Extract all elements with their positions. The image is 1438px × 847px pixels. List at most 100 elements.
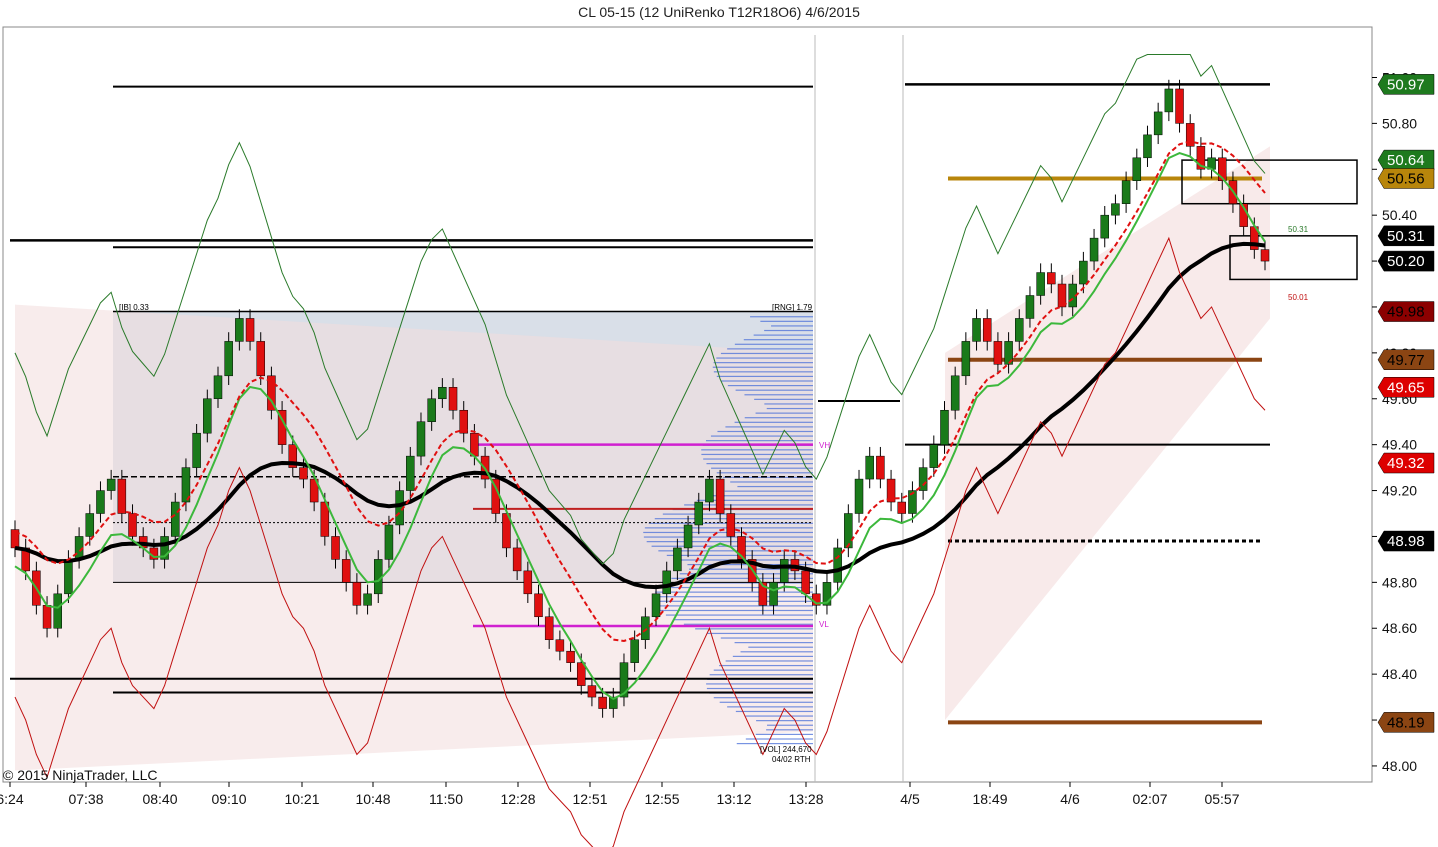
profile-bar xyxy=(654,591,813,593)
candle-up xyxy=(662,570,671,595)
candle-up xyxy=(1132,157,1142,182)
x-tick-label: 02:07 xyxy=(1132,791,1167,807)
line-value-label: 50.01 xyxy=(1288,293,1309,302)
candle-down xyxy=(1260,249,1270,262)
candle-up xyxy=(961,341,971,377)
price-tag-label: 50.56 xyxy=(1387,170,1425,187)
candle-up xyxy=(865,455,874,480)
y-tick-label: 49.40 xyxy=(1382,437,1417,453)
profile-bar xyxy=(754,398,813,400)
candle-down xyxy=(470,432,479,457)
candle-up xyxy=(192,432,201,468)
candle-up xyxy=(833,547,842,583)
profile-bar xyxy=(730,481,813,483)
candle-down xyxy=(448,387,458,411)
candle-down xyxy=(256,341,265,377)
candle-down xyxy=(566,650,575,663)
profile-bar xyxy=(755,733,813,736)
profile-bar xyxy=(734,343,813,345)
profile-bar xyxy=(703,458,813,460)
profile-bar xyxy=(724,490,813,492)
candle-up xyxy=(224,341,233,377)
profile-bar xyxy=(696,499,813,501)
y-tick-label: 48.80 xyxy=(1382,574,1417,590)
profile-bar xyxy=(764,329,813,332)
profile-bar xyxy=(755,412,813,414)
candle-up xyxy=(705,478,714,503)
x-tick-label: 18:49 xyxy=(972,791,1007,807)
profile-bar xyxy=(716,357,813,359)
profile-bar xyxy=(740,651,813,653)
profile-bar xyxy=(653,600,813,602)
candle-down xyxy=(512,547,522,572)
profile-bar xyxy=(701,449,813,451)
x-tick-label: 6:24 xyxy=(0,791,24,807)
candle-up xyxy=(940,409,949,445)
candle-up xyxy=(1036,272,1045,296)
candle-up xyxy=(1025,295,1035,319)
candle-down xyxy=(341,559,351,583)
profile-bar xyxy=(683,623,813,625)
candle-down xyxy=(128,513,137,537)
price-chart[interactable]: 51.0050.8050.6050.4050.2050.0049.8049.60… xyxy=(0,0,1438,847)
x-tick-label: 05:57 xyxy=(1204,791,1239,807)
profile-bar xyxy=(766,729,813,731)
candle-up xyxy=(406,455,415,491)
price-tag-label: 49.32 xyxy=(1387,455,1425,472)
candle-down xyxy=(534,593,543,618)
candle-down xyxy=(299,467,308,480)
candle-up xyxy=(1079,260,1088,285)
profile-bar xyxy=(717,430,813,433)
profile-bar xyxy=(662,513,813,515)
x-tick-label: 4/6 xyxy=(1060,791,1080,807)
x-axis: 6:24 07:38 08:40 09:10 10:21 10:48 11:50 12:28 1… xyxy=(0,782,1240,807)
candle-up xyxy=(1164,88,1174,113)
price-tag-label: 50.20 xyxy=(1387,253,1425,270)
candle-up xyxy=(972,318,981,342)
price-tag-label: 49.98 xyxy=(1387,304,1425,321)
price-tag-label: 50.31 xyxy=(1387,228,1425,245)
profile-bar xyxy=(706,683,813,685)
profile-bar xyxy=(695,628,813,630)
candle-up xyxy=(854,478,864,514)
profile-bar xyxy=(767,724,813,726)
candle-up xyxy=(1153,111,1163,136)
copyright-label: © 2015 NinjaTrader, LLC xyxy=(3,767,158,783)
x-tick-label: 12:28 xyxy=(500,791,535,807)
profile-bar xyxy=(720,352,813,355)
profile-bar xyxy=(737,485,813,488)
profile-bar xyxy=(665,614,813,616)
profile-bar xyxy=(659,609,813,612)
profile-bar xyxy=(653,596,813,598)
volume-sub-annotation: 04/02 RTH xyxy=(772,755,811,764)
profile-bar xyxy=(725,660,813,662)
profile-bar xyxy=(734,642,813,644)
candle-down xyxy=(544,616,554,640)
candle-down xyxy=(982,318,992,342)
y-tick-label: 49.20 xyxy=(1382,483,1417,499)
profile-bar xyxy=(655,605,813,607)
chart-window: CL 05-15 (12 UniRenko T12R18O6) 4/6/2015… xyxy=(0,0,1438,847)
candle-up xyxy=(1100,214,1109,239)
profile-bar xyxy=(744,394,813,396)
vh-annotation: VH xyxy=(819,441,830,450)
profile-bar xyxy=(764,403,813,405)
candle-up xyxy=(673,547,682,572)
candle-up xyxy=(203,398,212,434)
candle-up xyxy=(53,593,62,629)
candle-up xyxy=(1143,134,1152,159)
candle-up xyxy=(779,559,789,583)
candle-down xyxy=(876,455,885,480)
profile-bar xyxy=(701,453,813,456)
profile-bar xyxy=(716,472,813,474)
profile-bar xyxy=(745,715,813,717)
candle-up xyxy=(844,513,853,549)
candle-up xyxy=(438,387,447,400)
candle-down xyxy=(598,696,607,709)
candle-up xyxy=(641,616,650,640)
candle-up xyxy=(694,501,704,526)
candle-down xyxy=(42,605,52,629)
candle-down xyxy=(1175,88,1184,124)
profile-bar xyxy=(719,664,813,667)
candle-up xyxy=(769,582,778,606)
